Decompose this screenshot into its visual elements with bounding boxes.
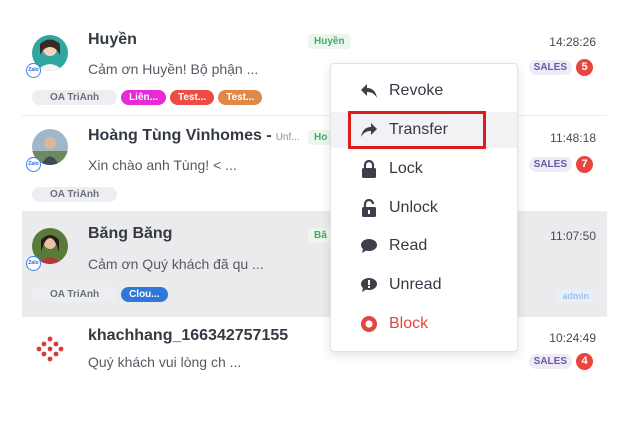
menu-item-label: Block — [389, 315, 429, 332]
tag-list: OA TriAnh Clou... — [32, 287, 168, 302]
oa-tag: OA TriAnh — [32, 287, 118, 302]
tag-list: OA TriAnh Liên... Test... Test... — [32, 90, 263, 105]
menu-item-revoke[interactable]: Revoke — [331, 73, 517, 109]
department-tag: SALES — [528, 60, 572, 75]
unread-count-badge: 5 — [576, 59, 593, 76]
avatar: Zalo — [26, 35, 68, 78]
message-time: 11:48:18 — [550, 131, 596, 145]
contact-name: Hoàng Tùng Vinhomes - Unf... — [88, 127, 300, 145]
lock-icon — [360, 160, 378, 178]
conversation-row-selected[interactable]: Zalo Băng Băng Bă 11:07:50 Cảm ơn Quý kh… — [22, 212, 607, 317]
assignee-tag: admin — [556, 290, 595, 302]
conversation-list: Zalo Huyền Huyền 14:28:26 Cảm ơn Huyền! … — [22, 0, 607, 378]
zalo-channel-icon: Zalo — [26, 63, 41, 78]
conversation-row[interactable]: khachhang_166342757155 10:24:49 Quý khác… — [22, 317, 607, 378]
block-circle-icon — [360, 315, 378, 333]
contact-name: Băng Băng — [88, 225, 173, 242]
label-tag[interactable]: Liên... — [121, 90, 166, 105]
contact-name: Huyền — [88, 31, 137, 48]
message-preview: Quý khách vui lòng ch ... — [88, 354, 242, 370]
unread-count-badge: 7 — [576, 156, 593, 173]
menu-item-lock[interactable]: Lock — [331, 151, 517, 187]
label-tag[interactable]: Test... — [218, 90, 263, 105]
avatar: Zalo — [26, 129, 68, 172]
avatar: Zalo — [26, 228, 68, 271]
message-preview: Cảm ơn Quý khách đã qu ... — [88, 256, 264, 272]
department-tag: SALES — [528, 354, 572, 369]
message-time: 14:28:26 — [549, 35, 596, 49]
reply-arrow-icon — [360, 82, 378, 100]
menu-item-label: Revoke — [389, 82, 444, 99]
unlock-icon — [360, 199, 378, 217]
menu-item-unlock[interactable]: Unlock — [331, 190, 517, 226]
message-time: 11:07:50 — [550, 229, 596, 243]
department-group: SALES 7 — [528, 156, 593, 173]
message-time: 10:24:49 — [549, 331, 596, 345]
menu-item-block[interactable]: Block — [331, 306, 517, 342]
zalo-channel-icon: Zalo — [26, 157, 41, 172]
department-group: SALES 4 — [528, 353, 593, 370]
oa-tag: OA TriAnh — [32, 187, 118, 202]
menu-item-label: Read — [389, 237, 428, 254]
zalo-channel-icon: Zalo — [26, 256, 41, 271]
label-tag[interactable]: Test... — [169, 90, 215, 105]
department-group: SALES 5 — [528, 59, 593, 76]
menu-item-label: Unlock — [389, 199, 438, 216]
chat-bubble-icon — [360, 237, 378, 255]
menu-item-unread[interactable]: Unread — [331, 267, 517, 303]
contact-name: khachhang_166342757155 — [88, 327, 289, 344]
unread-count-badge: 4 — [576, 353, 593, 370]
contact-name-text: Hoàng Tùng Vinhomes - — [88, 127, 272, 144]
menu-item-label: Unread — [389, 276, 442, 293]
label-tag[interactable]: Clou... — [121, 287, 168, 302]
contact-name-suffix: Unf... — [275, 132, 300, 143]
transfer-highlight-box — [348, 111, 486, 149]
chat-alert-icon — [360, 276, 378, 294]
menu-item-read[interactable]: Read — [331, 228, 517, 264]
message-preview: Cảm ơn Huyền! Bộ phận ... — [88, 61, 259, 77]
message-preview: Xin chào anh Tùng! < ... — [88, 157, 237, 173]
department-tag: SALES — [528, 157, 572, 172]
avatar-image — [32, 331, 68, 367]
conversation-row[interactable]: Zalo Hoàng Tùng Vinhomes - Unf... Ho 11:4… — [22, 116, 607, 212]
tag-list: OA TriAnh — [32, 187, 118, 202]
conversation-context-menu: Revoke Transfer Lock Unlock Read Unread — [330, 63, 518, 352]
menu-item-label: Lock — [389, 160, 423, 177]
agent-tag: Huyền — [308, 34, 351, 49]
avatar — [32, 331, 68, 367]
oa-tag: OA TriAnh — [32, 90, 118, 105]
conversation-row[interactable]: Zalo Huyền Huyền 14:28:26 Cảm ơn Huyền! … — [22, 10, 607, 116]
